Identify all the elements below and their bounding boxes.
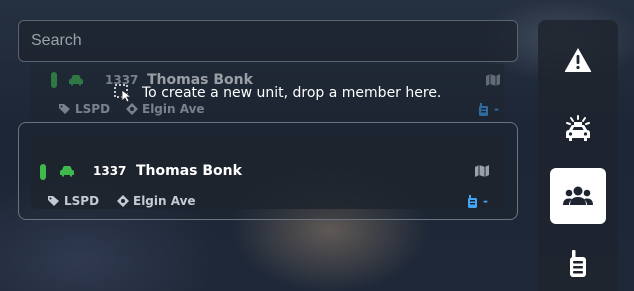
sidebar-item-alerts[interactable] — [550, 32, 606, 88]
location-label: Elgin Ave — [133, 194, 196, 208]
radio-icon — [570, 250, 586, 277]
tag-icon — [48, 196, 59, 206]
location-tag: Elgin Ave — [117, 194, 196, 208]
radio-icon — [479, 102, 488, 116]
radio-value: - — [483, 194, 488, 208]
tag-icon — [59, 104, 70, 114]
location-label: Elgin Ave — [142, 102, 205, 116]
police-car-icon — [566, 115, 590, 141]
drag-cursor-icon — [114, 84, 133, 102]
warning-icon — [564, 48, 592, 72]
member-name: Thomas Bonk — [136, 163, 242, 179]
drop-hint-text: To create a new unit, drop a member here… — [142, 85, 442, 101]
users-icon — [563, 186, 593, 205]
sidebar-item-radio[interactable] — [550, 236, 606, 291]
sidebar-item-units[interactable] — [550, 100, 606, 156]
crosshair-icon — [117, 195, 129, 207]
map-icon[interactable] — [474, 164, 490, 178]
radio-channel: - — [479, 102, 499, 116]
department-tag: LSPD — [58, 102, 110, 116]
radio-icon — [468, 194, 477, 208]
drop-hint: To create a new unit, drop a member here… — [114, 84, 441, 102]
callsign: 1337 — [93, 164, 127, 178]
sidebar — [538, 20, 618, 291]
car-icon — [69, 75, 83, 86]
department-label: LSPD — [75, 102, 111, 116]
unit-drop-zone[interactable]: 1337 Thomas Bonk LSPD Elgin Ave - — [18, 122, 518, 220]
department-label: LSPD — [64, 194, 100, 208]
status-bar — [40, 164, 46, 180]
unit-card[interactable]: 1337 Thomas Bonk LSPD Elgin Ave - — [31, 135, 505, 209]
location-tag: Elgin Ave — [126, 102, 205, 116]
department-tag: LSPD — [47, 194, 99, 208]
radio-channel[interactable]: - — [468, 194, 488, 208]
map-icon[interactable] — [485, 73, 501, 87]
radio-value: - — [494, 102, 499, 116]
car-icon — [60, 166, 74, 177]
status-bar — [51, 72, 57, 88]
crosshair-icon — [126, 103, 138, 115]
sidebar-item-members[interactable] — [550, 168, 606, 224]
search-input[interactable] — [18, 20, 518, 62]
